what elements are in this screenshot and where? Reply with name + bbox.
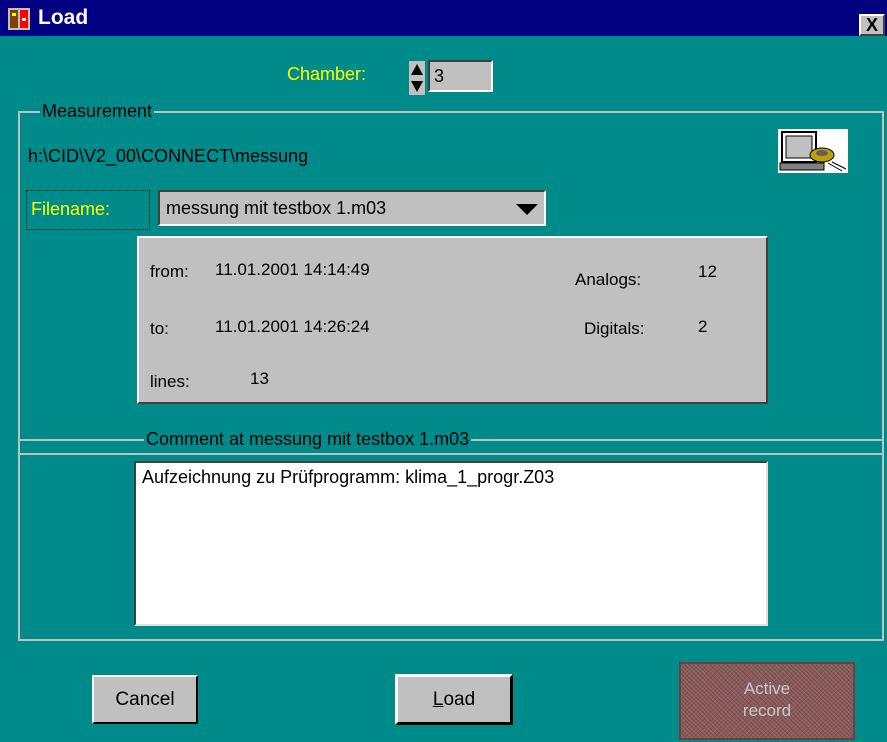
chevron-down-icon[interactable] (516, 204, 538, 215)
load-button-label: oad (443, 689, 476, 710)
lines-label: lines: (150, 372, 190, 391)
analogs-value: 12 (698, 262, 717, 281)
digitals-value: 2 (698, 317, 708, 336)
chamber-field[interactable]: 3 (428, 60, 493, 92)
measurement-info-panel: from: 11.01.2001 14:14:49 Analogs: 12 to… (137, 236, 768, 404)
filename-dropdown[interactable]: messung mit testbox 1.m03 (158, 190, 546, 226)
active-record-line1: Active (743, 679, 791, 698)
active-record-line2: record (742, 701, 792, 720)
digitals-label: Digitals: (584, 319, 645, 338)
filename-label: Filename: (31, 199, 111, 219)
computer-disk-icon[interactable] (778, 129, 848, 173)
chamber-spinner[interactable] (409, 61, 425, 95)
close-button[interactable]: X (859, 14, 885, 36)
measurement-path: h:\CID\V2_00\CONNECT\messung (28, 146, 309, 166)
cancel-button[interactable]: Cancel (92, 675, 198, 724)
to-label: to: (150, 319, 169, 338)
filename-label-box: Filename: (26, 190, 150, 230)
active-record-button[interactable]: Active record (679, 662, 855, 740)
chamber-label: Chamber: (287, 64, 367, 84)
lines-value: 13 (250, 369, 269, 388)
from-value: 11.01.2001 14:14:49 (215, 260, 370, 279)
comment-textarea[interactable]: Aufzeichnung zu Prüfprogramm: klima_1_pr… (134, 461, 768, 626)
comment-group-title: Comment at messung mit testbox 1.m03 (144, 429, 472, 450)
dialog-body: Chamber: 3 Measurement h:\CID\V2_00\CONN… (0, 36, 887, 742)
filename-value: messung mit testbox 1.m03 (166, 198, 387, 218)
from-label: from: (150, 262, 189, 281)
app-icon (8, 8, 30, 30)
window-title: Load (38, 6, 89, 29)
load-button[interactable]: Load (395, 674, 513, 725)
load-mnemonic: L (432, 689, 444, 710)
to-value: 11.01.2001 14:26:24 (215, 317, 370, 336)
close-icon: X (865, 15, 878, 35)
analogs-label: Analogs: (575, 270, 642, 289)
measurement-group-title: Measurement (40, 101, 155, 122)
title-bar: Load X (0, 0, 887, 36)
